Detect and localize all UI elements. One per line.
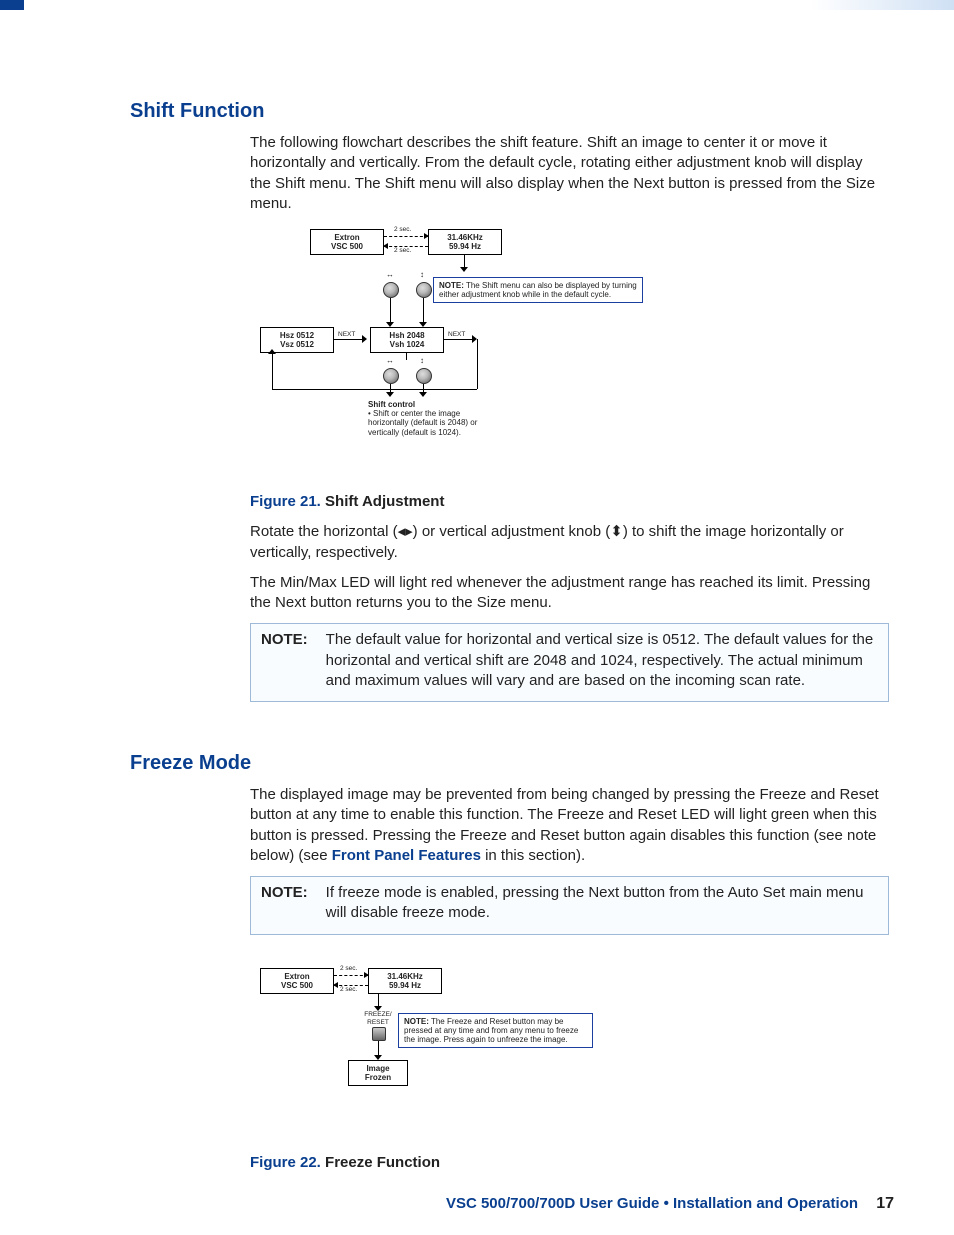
- f22-note: NOTE: The Freeze and Reset button may be…: [398, 1013, 593, 1049]
- shift-control-body: Shift or center the image horizontally (…: [368, 409, 477, 436]
- return-left: [272, 389, 477, 390]
- return-head: [268, 349, 276, 354]
- shift-p2: Rotate the horizontal (◂▸) or vertical a…: [250, 522, 884, 563]
- return-down: [477, 339, 478, 389]
- page-footer: VSC 500/700/700D User Guide • Installati…: [446, 1193, 894, 1215]
- freeze-intro-b: in this section).: [481, 847, 585, 864]
- f22-box-frozen: ImageFrozen: [348, 1060, 408, 1086]
- arrow-down-head-top: [460, 267, 468, 272]
- next1-head: [362, 335, 367, 343]
- f22-freeze-label: FREEZE/RESET: [358, 1011, 398, 1029]
- f22-2sec-2: 2 sec.: [340, 986, 357, 995]
- f22-dash-right-head: [364, 972, 369, 978]
- f22-2sec-1: 2 sec.: [340, 965, 357, 974]
- shift-control-desc: Shift control • Shift or center the imag…: [368, 400, 498, 437]
- freeze-intro: The displayed image may be prevented fro…: [250, 785, 884, 866]
- box-freq: 31.46KHz59.94 Hz: [428, 229, 502, 255]
- figure-22-title: Freeze Function: [325, 1154, 440, 1171]
- knob-h-1: [383, 282, 399, 298]
- footer-bullet: •: [664, 1195, 673, 1212]
- shift-diagram-note-text: The Shift menu can also be displayed by …: [439, 281, 637, 299]
- figure-21-label: Figure 21.: [250, 493, 321, 510]
- label-2sec-top1: 2 sec.: [394, 226, 411, 235]
- f22-note-label: NOTE:: [404, 1017, 429, 1026]
- shift-p2-a: Rotate the horizontal (: [250, 523, 398, 540]
- freeze-note-text: If freeze mode is enabled, pressing the …: [326, 883, 878, 924]
- shift-diagram-note: NOTE: The Shift menu can also be display…: [433, 277, 643, 303]
- box-shift: Hsh 2048Vsh 1024: [370, 327, 444, 353]
- arrow-knob2-b-head: [419, 392, 427, 397]
- f22-dash-top: [334, 975, 368, 976]
- arrow-knob1-down-b: [423, 298, 424, 324]
- shift-intro-paragraph: The following flowchart describes the sh…: [250, 133, 884, 214]
- figure-21-caption: Figure 21. Shift Adjustment: [250, 492, 894, 512]
- knob-v-1: [416, 282, 432, 298]
- f22-box-freq: 31.46KHz59.94 Hz: [368, 968, 442, 994]
- box-extron-vsc500: ExtronVSC 500: [310, 229, 384, 255]
- return-up: [272, 352, 273, 390]
- footer-page-number: 17: [876, 1195, 894, 1212]
- figure-22-diagram: ExtronVSC 500 31.46KHz59.94 Hz 2 sec. 2 …: [250, 963, 894, 1113]
- footer-section: Installation and Operation: [673, 1195, 858, 1212]
- figure-21-title: Shift Adjustment: [325, 493, 444, 510]
- h-arrows-icon-1: ↔: [386, 270, 394, 281]
- shift-p3: The Min/Max LED will light red whenever …: [250, 573, 884, 614]
- heading-freeze-mode: Freeze Mode: [130, 750, 894, 777]
- f22-dash-left-head: [333, 982, 338, 988]
- freeze-note-label: NOTE:: [261, 883, 308, 924]
- dashed-link-top: [384, 236, 428, 237]
- dash-arrow-right: [424, 233, 429, 239]
- knob-h-2: [383, 368, 399, 384]
- lr-arrows-icon: ◂▸: [398, 523, 413, 540]
- top-page-bar: [0, 0, 954, 10]
- shift-control-title: Shift control: [368, 400, 415, 409]
- next-label-1: NEXT: [338, 331, 355, 340]
- f22-box-extron: ExtronVSC 500: [260, 968, 334, 994]
- knob-v-2: [416, 368, 432, 384]
- shift-note-text: The default value for horizontal and ver…: [326, 630, 878, 691]
- shift-diagram-note-label: NOTE:: [439, 281, 464, 290]
- shift-note-label: NOTE:: [261, 630, 308, 691]
- ud-arrows-icon: ⬍: [610, 523, 623, 540]
- heading-shift-function: Shift Function: [130, 98, 894, 125]
- figure-22-caption: Figure 22. Freeze Function: [250, 1153, 894, 1173]
- arrow-shiftdn-line: [406, 352, 407, 360]
- h-arrows-icon-2: ↔: [386, 356, 394, 367]
- freeze-note-box: NOTE: If freeze mode is enabled, pressin…: [250, 876, 889, 935]
- arrow-knob2-a-head: [386, 392, 394, 397]
- label-2sec-top2: 2 sec.: [394, 247, 411, 256]
- page-body: Shift Function The following flowchart d…: [0, 10, 954, 1235]
- figure-21-diagram: ExtronVSC 500 31.46KHz59.94 Hz 2 sec. 2 …: [250, 224, 894, 464]
- shift-p2-b: ) or vertical adjustment knob (: [413, 523, 611, 540]
- figure-22-label: Figure 22.: [250, 1154, 321, 1171]
- freeze-reset-button-icon: [372, 1027, 386, 1041]
- dash-arrow-left: [383, 243, 388, 249]
- f22-note-text: The Freeze and Reset button may be press…: [404, 1017, 578, 1044]
- front-panel-features-link[interactable]: Front Panel Features: [332, 847, 481, 864]
- arrow-knob1-down-a: [390, 298, 391, 324]
- footer-title: VSC 500/700/700D User Guide: [446, 1195, 659, 1212]
- v-arrows-icon-1: ↕: [420, 270, 424, 281]
- v-arrows-icon-2: ↕: [420, 356, 424, 367]
- next-label-2: NEXT: [448, 331, 465, 340]
- shift-note-box: NOTE: The default value for horizontal a…: [250, 623, 889, 702]
